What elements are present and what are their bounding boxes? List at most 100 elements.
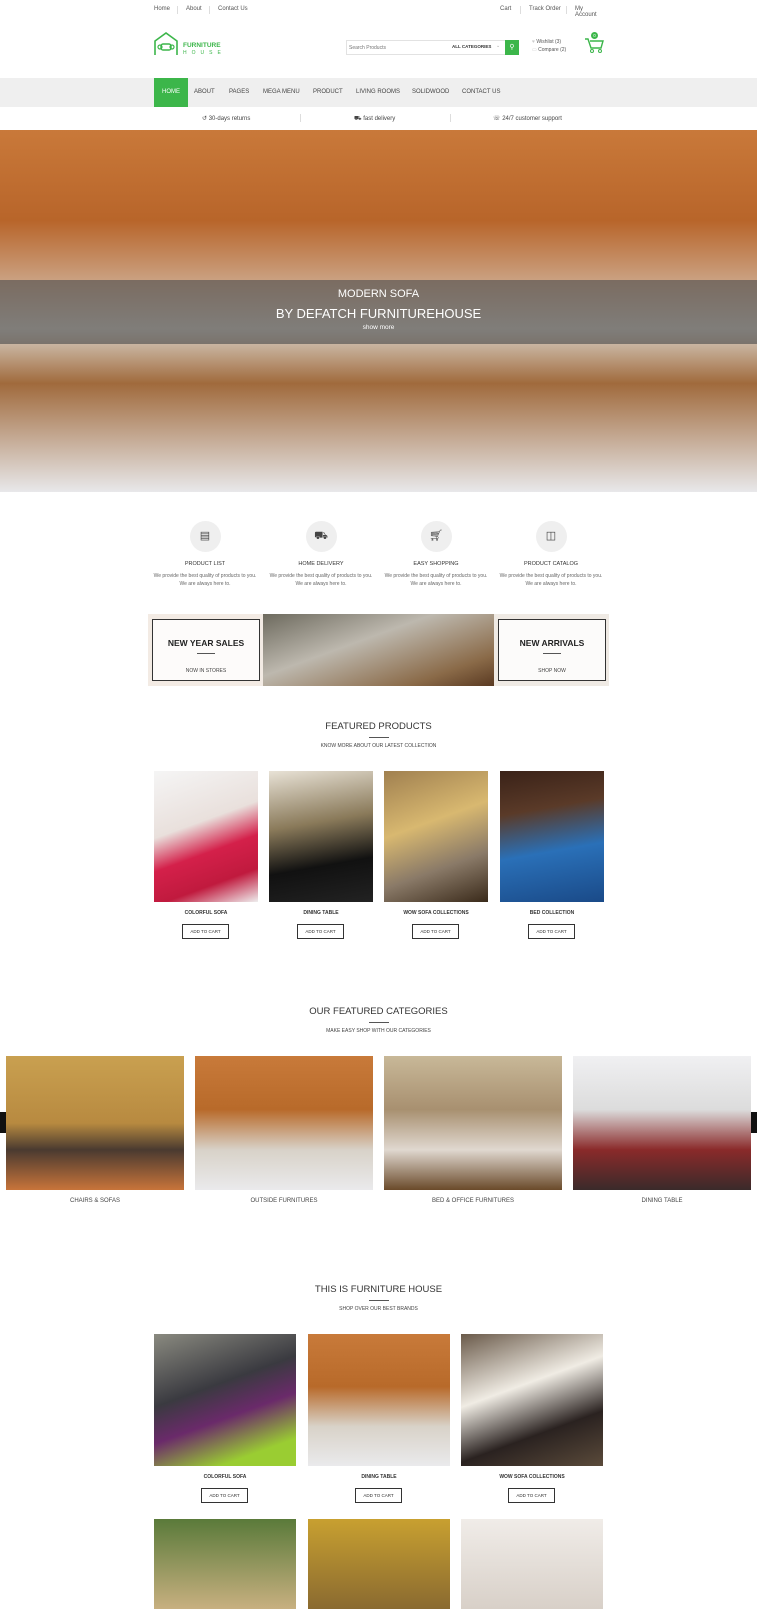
category-image[interactable]	[384, 1056, 562, 1190]
banner-sub: SHOP NOW	[538, 668, 566, 674]
add-to-cart-button[interactable]: ADD TO CART	[528, 924, 575, 939]
add-to-cart-button[interactable]: ADD TO CART	[508, 1488, 555, 1503]
add-to-cart-button[interactable]: ADD TO CART	[182, 924, 229, 939]
house-logo-icon	[154, 32, 178, 55]
divider	[369, 1022, 389, 1023]
service-title: HOME DELIVERY	[298, 561, 344, 567]
product-image[interactable]	[154, 771, 258, 902]
category-image[interactable]	[195, 1056, 373, 1190]
cart-icon: 🛒︎	[420, 521, 452, 552]
divider	[369, 737, 389, 738]
service-title: PRODUCT LIST	[184, 561, 226, 567]
service-easy-shopping: 🛒︎ EASY SHOPPING We provide the best quali…	[381, 521, 491, 588]
search-icon: ⚲	[509, 44, 515, 51]
product-name[interactable]: COLORFUL SOFA	[154, 910, 258, 916]
top-link-my-account[interactable]: My Account	[575, 6, 604, 18]
brands-title: THIS IS FURNITURE HOUSE	[314, 1284, 443, 1295]
categories-subtitle: MAKE EASY SHOP WITH OUR CATEGORIES	[326, 1028, 431, 1034]
cart-button[interactable]: 0	[584, 32, 604, 54]
banner-new-year-sales[interactable]: NEW YEAR SALES NOW IN STORES	[152, 619, 260, 681]
divider	[300, 114, 301, 122]
service-home-delivery: ⛟ HOME DELIVERY We provide the best qualit…	[266, 521, 376, 588]
truck-icon: ⛟	[354, 116, 362, 122]
product-name[interactable]: BED COLLECTION	[500, 910, 604, 916]
hero-show-more-link[interactable]: show more	[0, 324, 757, 331]
compare-link[interactable]: ▭ Compare (2)	[532, 47, 566, 53]
add-to-cart-button[interactable]: ADD TO CART	[201, 1488, 248, 1503]
product-image[interactable]	[500, 771, 604, 902]
search-button[interactable]: ⚲	[505, 40, 519, 55]
brand-product-image[interactable]	[308, 1334, 450, 1466]
product-image[interactable]	[384, 771, 488, 902]
logo[interactable]: FURNITURE HOUSE	[154, 32, 229, 58]
nav-pages[interactable]: PAGES	[229, 78, 249, 107]
compare-icon: ▭	[532, 47, 537, 53]
nav-solidwood[interactable]: SOLIDWOOD	[412, 78, 449, 107]
returns-icon: ↺	[202, 116, 208, 122]
divider	[369, 1300, 389, 1301]
support-info: ☏ 24/7 customer support	[493, 115, 562, 122]
brand-product-name[interactable]: DINING TABLE	[327, 1474, 431, 1480]
brand-product-image[interactable]	[154, 1519, 296, 1609]
top-link-cart[interactable]: Cart	[500, 6, 511, 12]
category-label[interactable]: DINING TABLE	[573, 1198, 751, 1204]
hero-caption: MODERN SOFA BY DEFATCH FURNITUREHOUSE sh…	[0, 280, 757, 344]
category-label[interactable]: CHAIRS & SOFAS	[6, 1198, 184, 1204]
wishlist-link[interactable]: ♥ Wishlist (3)	[532, 39, 561, 45]
top-link-track-order[interactable]: Track Order	[529, 6, 561, 12]
brand-product-name[interactable]: COLORFUL SOFA	[173, 1474, 277, 1480]
book-icon: ◫	[535, 521, 567, 552]
divider	[520, 6, 521, 14]
nav-living-rooms[interactable]: LIVING ROOMS	[356, 78, 400, 107]
brand-product-name[interactable]: WOW SOFA COLLECTIONS	[480, 1474, 584, 1480]
wishlist-label: Wishlist (3)	[536, 39, 562, 45]
add-to-cart-button[interactable]: ADD TO CART	[297, 924, 344, 939]
service-text: We provide the best quality of products …	[384, 573, 488, 587]
cart-count-badge: 0	[591, 32, 598, 39]
chevron-down-icon: ⌄	[496, 43, 501, 49]
product-name[interactable]: DINING TABLE	[269, 910, 373, 916]
banner-title: NEW ARRIVALS	[519, 638, 585, 648]
banner-sub: NOW IN STORES	[185, 668, 227, 674]
category-image[interactable]	[573, 1056, 751, 1190]
search-input[interactable]	[349, 42, 444, 53]
product-name[interactable]: WOW SOFA COLLECTIONS	[384, 910, 488, 916]
brand-product-image[interactable]	[154, 1334, 296, 1466]
top-link-contact[interactable]: Contact Us	[218, 6, 248, 12]
returns-label: 30-days returns	[208, 116, 251, 122]
logo-line1: FURNITURE	[183, 42, 221, 49]
featured-title: FEATURED PRODUCTS	[325, 721, 432, 732]
top-link-home[interactable]: Home	[154, 6, 170, 12]
divider	[209, 6, 210, 14]
nav-contact-us[interactable]: CONTACT US	[462, 78, 500, 107]
search-bar: ALL CATEGORIES ⌄ ⚲	[346, 40, 519, 55]
add-to-cart-button[interactable]: ADD TO CART	[412, 924, 459, 939]
logo-line2: HOUSE	[183, 50, 226, 56]
support-label: 24/7 customer support	[502, 116, 562, 122]
nav-product[interactable]: PRODUCT	[313, 78, 343, 107]
nav-mega-menu[interactable]: MEGA MENU	[263, 78, 300, 107]
brand-product-image[interactable]	[461, 1519, 603, 1609]
brand-product-image[interactable]	[308, 1519, 450, 1609]
featured-subtitle: KNOW MORE ABOUT OUR LATEST COLLECTION	[320, 743, 437, 749]
nav-home[interactable]: HOME	[154, 78, 188, 107]
service-title: EASY SHOPPING	[413, 561, 459, 567]
product-image[interactable]	[269, 771, 373, 902]
category-label[interactable]: OUTSIDE FURNITURES	[195, 1198, 373, 1204]
banner-title: NEW YEAR SALES	[167, 638, 245, 648]
delivery-label: fast delivery	[363, 116, 396, 122]
divider	[566, 6, 567, 14]
brands-subtitle: SHOP OVER OUR BEST BRANDS	[339, 1306, 418, 1312]
banner-new-arrivals[interactable]: NEW ARRIVALS SHOP NOW	[498, 619, 606, 681]
divider	[177, 6, 178, 14]
heart-icon: ♥	[532, 39, 535, 45]
top-link-about[interactable]: About	[186, 6, 202, 12]
add-to-cart-button[interactable]: ADD TO CART	[355, 1488, 402, 1503]
hero-line2: BY DEFATCH FURNITUREHOUSE	[275, 306, 482, 321]
category-label[interactable]: BED & OFFICE FURNITURES	[384, 1198, 562, 1204]
brand-product-image[interactable]	[461, 1334, 603, 1466]
hero-line1: MODERN SOFA	[337, 288, 420, 300]
category-image[interactable]	[6, 1056, 184, 1190]
nav-about[interactable]: ABOUT	[194, 78, 215, 107]
category-select[interactable]: ALL CATEGORIES	[452, 44, 491, 49]
